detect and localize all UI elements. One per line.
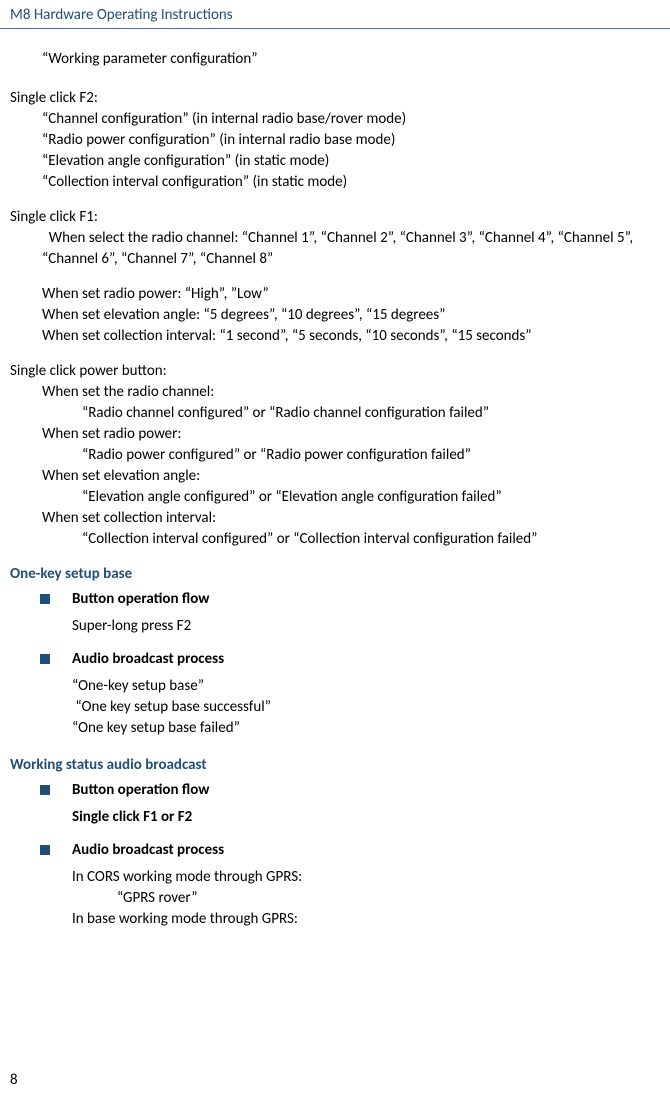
ws-bullet-2-label: Audio broadcast process	[72, 840, 224, 861]
power-g1-label: When set radio power:	[10, 424, 642, 445]
f2-line-1: “Radio power configuration” (in internal…	[10, 130, 642, 151]
working-status-title: Working status audio broadcast	[10, 755, 642, 776]
page: M8 Hardware Operating Instructions “Work…	[0, 0, 670, 1097]
ws-b2-line-0: In CORS working mode through GPRS:	[72, 867, 642, 888]
ws-b2-line-2: In base working mode through GPRS:	[72, 909, 642, 930]
bullet-icon	[40, 785, 50, 795]
f2-line-2: “Elevation angle configuration” (in stat…	[10, 151, 642, 172]
one-key-bullet-1: Button operation flow	[40, 589, 642, 610]
one-key-bullet-1-label: Button operation flow	[72, 589, 209, 610]
one-key-title: One-key setup base	[10, 564, 642, 585]
power-g0-result: “Radio channel configured” or “Radio cha…	[10, 403, 642, 424]
power-g2-label: When set elevation angle:	[10, 466, 642, 487]
f2-title: Single click F2:	[10, 88, 642, 109]
ws-bullet-1: Button operation flow	[40, 780, 642, 801]
f1-line-0: When set radio power: “High”, ”Low”	[10, 284, 642, 305]
f2-line-3: “Collection interval configuration” (in …	[10, 172, 642, 193]
one-key-bullet-2: Audio broadcast process	[40, 649, 642, 670]
page-header: M8 Hardware Operating Instructions	[0, 0, 670, 29]
bullet-icon	[40, 654, 50, 664]
top-line: “Working parameter configuration”	[10, 49, 642, 70]
power-g2-result: “Elevation angle configured” or “Elevati…	[10, 487, 642, 508]
one-key-b2-line-2: “One key setup base failed”	[72, 718, 642, 739]
bullet-icon	[40, 845, 50, 855]
one-key-bullet-2-label: Audio broadcast process	[72, 649, 224, 670]
f1-title: Single click F1:	[10, 207, 642, 228]
f1-line-2: When set collection interval: “1 second”…	[10, 326, 642, 347]
section-power: Single click power button: When set the …	[10, 361, 642, 550]
ws-bullet-1-label: Button operation flow	[72, 780, 209, 801]
ws-bullet-1-body: Single click F1 or F2	[72, 807, 642, 828]
one-key-b2-line-0: “One-key setup base”	[72, 676, 642, 697]
page-content: “Working parameter configuration” Single…	[0, 49, 670, 930]
ws-bullet-2-body: In CORS working mode through GPRS: “GPRS…	[72, 867, 642, 930]
f2-line-0: “Channel configuration” (in internal rad…	[10, 109, 642, 130]
section-f1: Single click F1: When select the radio c…	[10, 207, 642, 347]
power-g0-label: When set the radio channel:	[10, 382, 642, 403]
one-key-bullet-1-body: Super-long press F2	[72, 616, 642, 637]
power-g3-result: “Collection interval configured” or “Col…	[10, 529, 642, 550]
one-key-bullet-2-body: “One-key setup base” “One key setup base…	[72, 676, 642, 739]
power-g3-label: When set collection interval:	[10, 508, 642, 529]
ws-b2-line-1: “GPRS rover”	[72, 888, 642, 909]
f1-line-1: When set elevation angle: “5 degrees”, “…	[10, 305, 642, 326]
page-number: 8	[10, 1071, 18, 1089]
f1-channel-line: When select the radio channel: “Channel …	[10, 228, 642, 270]
power-title: Single click power button:	[10, 361, 642, 382]
power-g1-result: “Radio power configured” or “Radio power…	[10, 445, 642, 466]
bullet-icon	[40, 594, 50, 604]
ws-bullet-2: Audio broadcast process	[40, 840, 642, 861]
one-key-b2-line-1: “One key setup base successful”	[72, 697, 642, 718]
section-f2: Single click F2: “Channel configuration”…	[10, 88, 642, 193]
